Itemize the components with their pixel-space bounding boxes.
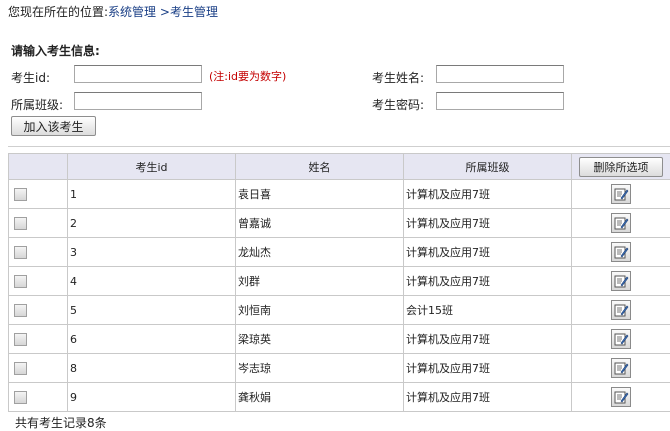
student-name-input[interactable] [436, 65, 564, 83]
row-class: 计算机及应用7班 [404, 325, 572, 354]
divider [8, 146, 670, 147]
row-id: 1 [68, 180, 236, 209]
row-id: 6 [68, 325, 236, 354]
row-name: 岑志琼 [236, 354, 404, 383]
edit-icon[interactable] [611, 387, 631, 407]
student-id-label: 考生id: [11, 69, 50, 86]
row-select-cell [9, 238, 68, 267]
row-name: 龙灿杰 [236, 238, 404, 267]
edit-icon[interactable] [611, 184, 631, 204]
edit-icon[interactable] [611, 213, 631, 233]
header-select [9, 154, 68, 180]
row-id: 2 [68, 209, 236, 238]
breadcrumb-separator: > [160, 5, 170, 19]
row-action-cell [572, 325, 670, 354]
row-id: 3 [68, 238, 236, 267]
row-class: 计算机及应用7班 [404, 238, 572, 267]
edit-icon[interactable] [611, 242, 631, 262]
edit-icon[interactable] [611, 329, 631, 349]
row-select-cell [9, 354, 68, 383]
table-row: 1袁日喜计算机及应用7班 [9, 180, 670, 209]
table-row: 5刘恒南会计15班 [9, 296, 670, 325]
header-student-id: 考生id [68, 154, 236, 180]
row-select-cell [9, 325, 68, 354]
row-id: 4 [68, 267, 236, 296]
row-action-cell [572, 209, 670, 238]
row-checkbox[interactable] [14, 246, 27, 259]
row-checkbox[interactable] [14, 391, 27, 404]
row-select-cell [9, 296, 68, 325]
edit-icon[interactable] [611, 300, 631, 320]
student-id-input[interactable] [74, 65, 202, 83]
breadcrumb-link-system[interactable]: 系统管理 [108, 5, 156, 19]
delete-selected-button[interactable]: 删除所选项 [579, 157, 663, 177]
edit-icon[interactable] [611, 271, 631, 291]
row-checkbox[interactable] [14, 188, 27, 201]
row-action-cell [572, 296, 670, 325]
row-class: 计算机及应用7班 [404, 267, 572, 296]
row-id: 9 [68, 383, 236, 412]
row-name: 刘群 [236, 267, 404, 296]
student-name-label: 考生姓名: [372, 69, 424, 86]
table-row: 9龚秋娟计算机及应用7班 [9, 383, 670, 412]
row-select-cell [9, 267, 68, 296]
row-action-cell [572, 267, 670, 296]
id-note: (注:id要为数字) [209, 68, 286, 84]
row-checkbox[interactable] [14, 275, 27, 288]
row-name: 曾嘉诚 [236, 209, 404, 238]
row-class: 会计15班 [404, 296, 572, 325]
row-checkbox[interactable] [14, 304, 27, 317]
student-table: 考生id 姓名 所属班级 删除所选项 1袁日喜计算机及应用7班2曾嘉诚计算机及应… [8, 153, 670, 412]
table-row: 2曾嘉诚计算机及应用7班 [9, 209, 670, 238]
row-id: 8 [68, 354, 236, 383]
row-select-cell [9, 209, 68, 238]
row-select-cell [9, 383, 68, 412]
form-title: 请输入考生信息: [11, 42, 100, 59]
row-name: 龚秋娟 [236, 383, 404, 412]
row-name: 梁琼英 [236, 325, 404, 354]
row-class: 计算机及应用7班 [404, 383, 572, 412]
breadcrumb: 您现在所在的位置:系统管理 >考生管理 [8, 3, 218, 20]
record-count: 共有考生记录8条 [15, 414, 107, 431]
row-checkbox[interactable] [14, 217, 27, 230]
edit-icon[interactable] [611, 358, 631, 378]
row-action-cell [572, 354, 670, 383]
row-name: 刘恒南 [236, 296, 404, 325]
breadcrumb-link-student[interactable]: 考生管理 [170, 5, 218, 19]
password-label: 考生密码: [372, 96, 424, 113]
row-class: 计算机及应用7班 [404, 209, 572, 238]
table-row: 4刘群计算机及应用7班 [9, 267, 670, 296]
header-name: 姓名 [236, 154, 404, 180]
row-name: 袁日喜 [236, 180, 404, 209]
row-action-cell [572, 238, 670, 267]
row-action-cell [572, 383, 670, 412]
breadcrumb-prefix: 您现在所在的位置: [8, 5, 108, 19]
row-class: 计算机及应用7班 [404, 354, 572, 383]
table-row: 8岑志琼计算机及应用7班 [9, 354, 670, 383]
row-action-cell [572, 180, 670, 209]
table-row: 3龙灿杰计算机及应用7班 [9, 238, 670, 267]
row-select-cell [9, 180, 68, 209]
table-row: 6梁琼英计算机及应用7班 [9, 325, 670, 354]
row-class: 计算机及应用7班 [404, 180, 572, 209]
row-checkbox[interactable] [14, 333, 27, 346]
password-input[interactable] [436, 92, 564, 110]
class-label: 所属班级: [11, 96, 63, 113]
header-actions: 删除所选项 [572, 154, 670, 180]
header-class: 所属班级 [404, 154, 572, 180]
class-input[interactable] [74, 92, 202, 110]
row-checkbox[interactable] [14, 362, 27, 375]
row-id: 5 [68, 296, 236, 325]
add-student-button[interactable]: 加入该考生 [11, 116, 96, 136]
table-header-row: 考生id 姓名 所属班级 删除所选项 [9, 154, 670, 180]
